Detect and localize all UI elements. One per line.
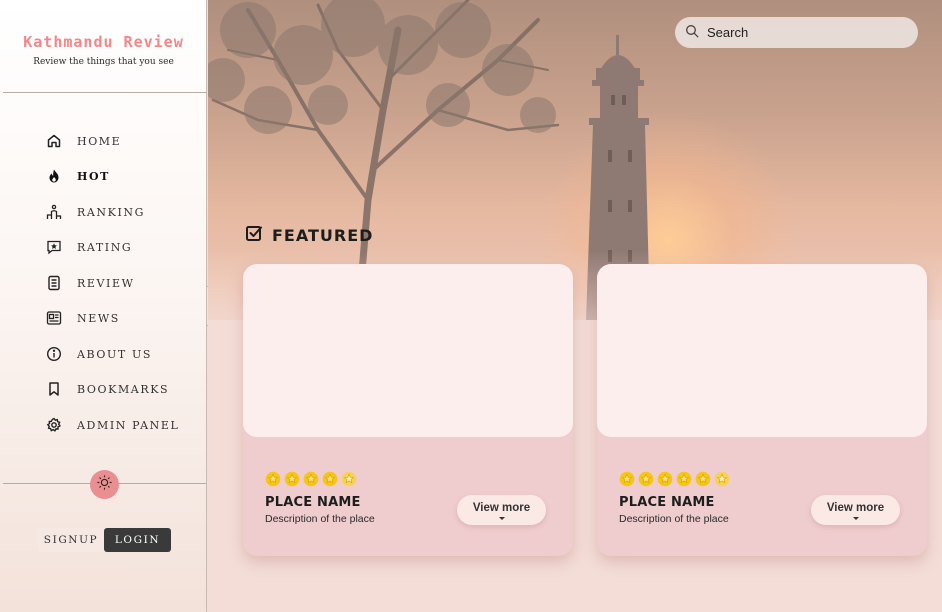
main-content: FEATURED PLACE NAME Description of the p… <box>208 0 942 612</box>
sidebar-item-news[interactable]: NEWS <box>44 303 194 333</box>
view-more-label: View more <box>472 502 531 514</box>
sun-icon <box>96 474 113 495</box>
caret-down-icon <box>853 517 859 520</box>
sidebar-item-hot[interactable]: HOT <box>44 161 194 191</box>
brand-tagline: Review the things that you see <box>33 57 174 67</box>
star-icon <box>638 471 654 491</box>
sidebar-item-label: HOT <box>77 169 110 183</box>
star-icon <box>284 471 300 491</box>
star-half-icon <box>341 471 357 491</box>
place-description: Description of the place <box>619 513 729 525</box>
theme-toggle-button[interactable] <box>90 470 119 499</box>
sidebar-item-label: HOME <box>77 134 122 148</box>
bookmark-icon <box>44 379 64 399</box>
login-button[interactable]: LOGIN <box>104 528 171 552</box>
auth-buttons: SIGNUP LOGIN <box>38 528 171 552</box>
view-more-button[interactable]: View more <box>457 495 546 525</box>
star-rating <box>619 471 730 491</box>
sidebar-item-ranking[interactable]: RANKING <box>44 197 194 227</box>
search-input[interactable] <box>707 25 907 40</box>
sidebar-item-admin[interactable]: ADMIN PANEL <box>44 410 194 440</box>
star-icon <box>695 471 711 491</box>
flame-icon <box>44 166 64 186</box>
gear-icon <box>44 415 64 435</box>
star-box-icon <box>44 237 64 257</box>
sidebar-item-label: NEWS <box>77 311 120 325</box>
sidebar: Kathmandu Review Review the things that … <box>0 0 207 612</box>
view-more-label: View more <box>826 502 885 514</box>
star-rating <box>265 471 357 491</box>
star-icon <box>303 471 319 491</box>
sidebar-item-home[interactable]: HOME <box>44 126 194 156</box>
ranking-icon <box>44 202 64 222</box>
sidebar-item-rating[interactable]: RATING <box>44 232 194 262</box>
signup-button[interactable]: SIGNUP <box>38 528 104 552</box>
place-card[interactable]: PLACE NAME Description of the place View… <box>597 264 927 556</box>
divider <box>3 92 206 93</box>
place-description: Description of the place <box>265 513 375 525</box>
sidebar-item-label: RATING <box>77 240 133 254</box>
brand-title[interactable]: Kathmandu Review <box>0 33 207 51</box>
view-more-button[interactable]: View more <box>811 495 900 525</box>
star-icon <box>265 471 281 491</box>
place-image <box>597 264 927 437</box>
featured-title: FEATURED <box>272 225 374 245</box>
place-name: PLACE NAME <box>265 495 361 510</box>
sidebar-item-label: RANKING <box>77 205 146 219</box>
sidebar-item-label: REVIEW <box>77 276 135 290</box>
search-bar[interactable] <box>675 17 918 48</box>
newspaper-icon <box>44 308 64 328</box>
checkbox-checked-icon <box>245 224 263 246</box>
sidebar-item-review[interactable]: REVIEW <box>44 268 194 298</box>
star-icon <box>322 471 338 491</box>
sidebar-item-label: ABOUT US <box>77 347 152 361</box>
sidebar-item-about[interactable]: ABOUT US <box>44 339 194 369</box>
home-icon <box>44 131 64 151</box>
place-image <box>243 264 573 437</box>
document-icon <box>44 273 64 293</box>
caret-down-icon <box>499 517 505 520</box>
sidebar-item-bookmarks[interactable]: BOOKMARKS <box>44 374 194 404</box>
star-half-icon <box>714 471 730 491</box>
place-name: PLACE NAME <box>619 495 715 510</box>
place-card[interactable]: PLACE NAME Description of the place View… <box>243 264 573 556</box>
brand: Kathmandu Review Review the things that … <box>0 33 207 67</box>
star-icon <box>657 471 673 491</box>
star-icon <box>619 471 635 491</box>
featured-heading: FEATURED <box>245 224 373 246</box>
star-icon <box>676 471 692 491</box>
sidebar-item-label: BOOKMARKS <box>77 382 170 396</box>
search-icon <box>685 23 699 42</box>
sidebar-item-label: ADMIN PANEL <box>77 418 180 432</box>
info-icon <box>44 344 64 364</box>
